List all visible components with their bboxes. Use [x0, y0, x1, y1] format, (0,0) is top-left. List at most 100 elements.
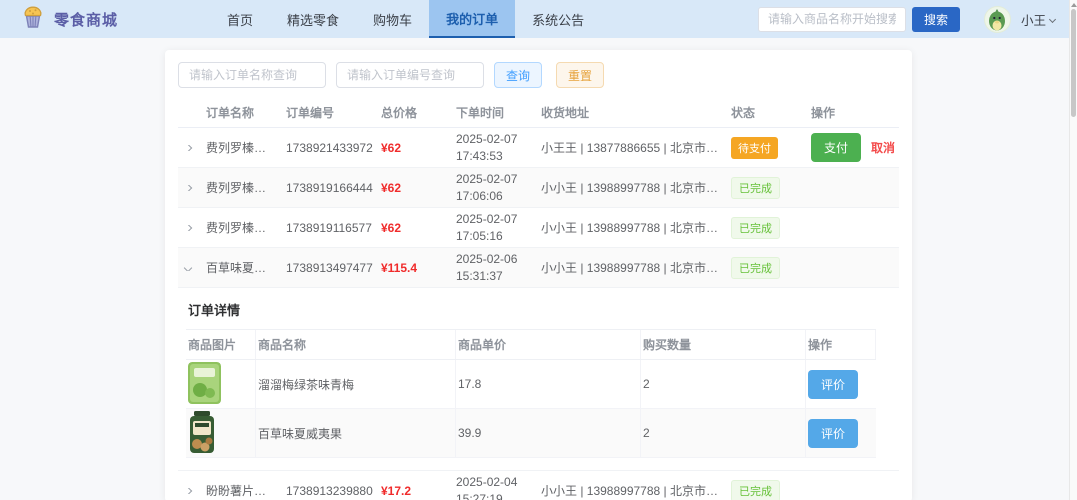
expand-row-button[interactable]	[178, 185, 206, 191]
cupcake-logo-icon	[20, 4, 46, 35]
product-image	[188, 362, 221, 407]
col-address: 收货地址	[541, 104, 731, 121]
product-qty: 2	[641, 409, 806, 457]
table-row: 费列罗榛果威... 1738919166444 ¥62 2025-02-0717…	[178, 168, 899, 208]
nav-my-orders[interactable]: 我的订单	[429, 0, 515, 38]
cancel-link[interactable]: 取消	[871, 139, 895, 156]
header-right: 搜索 小王	[758, 6, 1077, 33]
table-row: 费列罗榛果威... 1738919116577 ¥62 2025-02-0717…	[178, 208, 899, 248]
order-address: 小小王 | 13988997788 | 北京市朝阳区东...	[541, 219, 731, 236]
product-qty: 2	[641, 360, 806, 408]
product-row: 百草味夏威夷果 39.9 2 评价	[186, 409, 876, 458]
order-no: 1738913497477	[286, 261, 381, 275]
col-order-no: 订单编号	[286, 104, 381, 121]
col-unit-price: 商品单价	[456, 330, 641, 359]
order-no: 1738921433972	[286, 141, 381, 155]
col-order-name: 订单名称	[206, 104, 286, 121]
expand-row-button[interactable]	[178, 488, 206, 494]
orders-card: 查询 重置 订单名称 订单编号 总价格 下单时间 收货地址 状态 操作 费列罗榛…	[165, 50, 912, 500]
product-image	[188, 411, 216, 456]
scrollbar-up-arrow-icon[interactable]	[1071, 3, 1077, 7]
search-button[interactable]: 搜索	[912, 7, 960, 32]
reset-button[interactable]: 重置	[556, 62, 604, 88]
status-badge: 待支付	[731, 137, 778, 159]
review-button[interactable]: 评价	[808, 419, 858, 448]
status-badge: 已完成	[731, 480, 780, 500]
product-name: 百草味夏威夷果	[256, 409, 456, 457]
nav-cart[interactable]: 购物车	[356, 0, 429, 38]
expand-row-button[interactable]	[178, 225, 206, 231]
product-row: 溜溜梅绿茶味青梅 17.8 2 评价	[186, 360, 876, 409]
chevron-right-icon	[184, 145, 192, 151]
chevron-down-icon	[184, 265, 192, 271]
username-label: 小王	[1021, 10, 1046, 29]
col-product-name: 商品名称	[256, 330, 456, 359]
review-button[interactable]: 评价	[808, 370, 858, 399]
main-nav: 首页 精选零食 购物车 我的订单 系统公告	[210, 0, 601, 38]
order-address: 小小王 | 13988997788 | 北京市朝阳区东...	[541, 179, 731, 196]
order-detail-title: 订单详情	[188, 300, 899, 319]
brand-logo[interactable]: 零食商城	[20, 4, 118, 35]
expand-row-button[interactable]	[178, 145, 206, 151]
product-price: 17.8	[456, 360, 641, 408]
col-status: 状态	[731, 104, 811, 121]
pay-button[interactable]: 支付	[811, 133, 861, 162]
avatar[interactable]	[984, 6, 1011, 33]
scrollbar-thumb[interactable]	[1071, 9, 1076, 117]
order-detail-header: 商品图片 商品名称 商品单价 购买数量 操作	[186, 330, 876, 360]
order-name: 费列罗榛果威...	[206, 219, 286, 236]
col-actions: 操作	[811, 104, 899, 121]
product-search-input[interactable]	[758, 7, 906, 32]
order-filters: 查询 重置	[178, 62, 899, 88]
order-time: 2025-02-0717:05:16	[456, 211, 541, 245]
col-quantity: 购买数量	[641, 330, 806, 359]
order-price: ¥62	[381, 181, 456, 195]
order-detail-table: 商品图片 商品名称 商品单价 购买数量 操作	[186, 329, 876, 458]
user-menu[interactable]: 小王	[1021, 10, 1055, 29]
chevron-down-icon	[1049, 15, 1056, 22]
chevron-right-icon	[184, 185, 192, 191]
brand-title: 零食商城	[54, 9, 118, 30]
order-price: ¥17.2	[381, 484, 456, 498]
app-header: 零食商城 首页 精选零食 购物车 我的订单 系统公告 搜索 小王	[0, 0, 1077, 38]
order-no: 1738913239880	[286, 484, 381, 498]
order-price: ¥62	[381, 141, 456, 155]
chevron-right-icon	[184, 488, 192, 494]
order-name: 费列罗榛果威...	[206, 139, 286, 156]
order-time: 2025-02-0415:27:19	[456, 474, 541, 500]
orders-table: 订单名称 订单编号 总价格 下单时间 收货地址 状态 操作 费列罗榛果威... …	[178, 98, 899, 500]
col-order-time: 下单时间	[456, 104, 541, 121]
product-name: 溜溜梅绿茶味青梅	[256, 360, 456, 408]
table-row: 费列罗榛果威... 1738921433972 ¥62 2025-02-0717…	[178, 128, 899, 168]
product-price: 39.9	[456, 409, 641, 457]
nav-home[interactable]: 首页	[210, 0, 270, 38]
order-address: 小王王 | 13877886655 | 北京市大兴区枫...	[541, 139, 731, 156]
order-price: ¥62	[381, 221, 456, 235]
query-button[interactable]: 查询	[494, 62, 542, 88]
order-name-filter-input[interactable]	[178, 62, 326, 88]
order-name: 百草味夏威夷...	[206, 259, 286, 276]
collapse-row-button[interactable]	[178, 265, 206, 271]
order-no: 1738919116577	[286, 221, 381, 235]
order-detail-panel: 订单详情 商品图片 商品名称 商品单价 购买数量 操作	[178, 288, 899, 471]
page-scrollbar[interactable]	[1069, 0, 1077, 500]
order-name: 盼盼薯片等2...	[206, 482, 286, 499]
col-product-image: 商品图片	[186, 330, 256, 359]
nav-announcements[interactable]: 系统公告	[515, 0, 601, 38]
status-badge: 已完成	[731, 177, 780, 199]
chevron-right-icon	[184, 225, 192, 231]
order-time: 2025-02-0717:43:53	[456, 131, 541, 165]
order-address: 小小王 | 13988997788 | 北京市朝阳区东...	[541, 259, 731, 276]
order-time: 2025-02-0615:31:37	[456, 251, 541, 285]
table-row: 盼盼薯片等2... 1738913239880 ¥17.2 2025-02-04…	[178, 471, 899, 500]
order-time: 2025-02-0717:06:06	[456, 171, 541, 205]
nav-featured-snacks[interactable]: 精选零食	[270, 0, 356, 38]
order-address: 小小王 | 13988997788 | 北京市朝阳区东...	[541, 482, 731, 499]
order-price: ¥115.4	[381, 261, 456, 275]
col-detail-actions: 操作	[806, 330, 876, 359]
content-area: 查询 重置 订单名称 订单编号 总价格 下单时间 收货地址 状态 操作 费列罗榛…	[0, 50, 1077, 500]
orders-table-header: 订单名称 订单编号 总价格 下单时间 收货地址 状态 操作	[178, 98, 899, 128]
order-no-filter-input[interactable]	[336, 62, 484, 88]
order-name: 费列罗榛果威...	[206, 179, 286, 196]
status-badge: 已完成	[731, 217, 780, 239]
